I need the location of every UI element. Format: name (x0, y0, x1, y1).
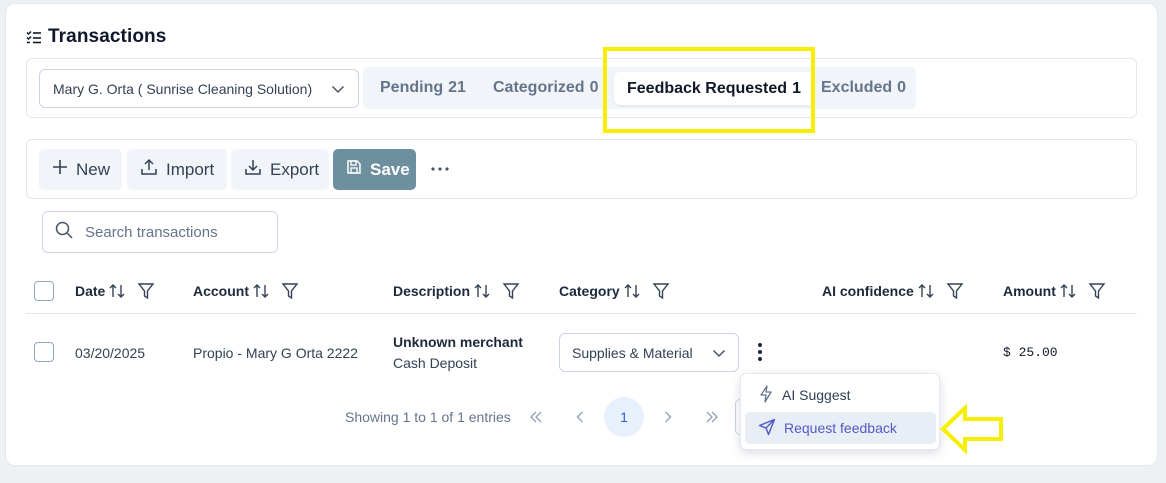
filter-icon[interactable] (652, 282, 670, 300)
column-header-category: Category (559, 278, 670, 304)
search-input[interactable] (85, 223, 265, 241)
tab-label: Excluded (821, 79, 893, 96)
tab-feedback-requested[interactable]: Feedback Requested 1 (614, 72, 814, 105)
import-button-label: Import (166, 159, 215, 179)
select-all-checkbox[interactable] (34, 281, 54, 301)
status-tabs: Pending 21 Categorized 0 Feedback Requeste… (363, 67, 916, 109)
download-icon (244, 158, 262, 181)
plus-icon (52, 159, 68, 180)
row-date: 03/20/2025 (75, 345, 146, 361)
tab-count: 0 (897, 79, 907, 96)
import-button[interactable]: Import (127, 149, 227, 190)
sort-icon[interactable] (917, 282, 935, 300)
tab-excluded[interactable]: Excluded 0 (821, 67, 906, 109)
list-check-icon (26, 30, 42, 44)
client-select[interactable]: Mary G. Orta ( Sunrise Cleaning Solution… (39, 69, 359, 108)
floppy-disk-icon (346, 159, 362, 180)
menu-item-label: Request feedback (784, 420, 897, 436)
column-label: Category (559, 283, 620, 299)
pagination-summary: Showing 1 to 1 of 1 entries (345, 409, 511, 425)
filter-icon[interactable] (502, 282, 520, 300)
filter-icon[interactable] (946, 282, 964, 300)
sort-icon[interactable] (252, 282, 270, 300)
filter-icon[interactable] (137, 282, 155, 300)
pointer-arrow-icon (940, 403, 1004, 459)
tab-label: Pending (380, 79, 444, 96)
column-header-description: Description (393, 278, 520, 304)
row-amount: $ 25.00 (1003, 345, 1058, 360)
category-value: Supplies & Material (572, 344, 693, 361)
tab-count: 0 (589, 79, 599, 96)
row-account: Propio - Mary G Orta 2222 (193, 345, 358, 361)
tab-count: 1 (792, 79, 801, 97)
save-button-label: Save (370, 159, 410, 179)
tab-count: 21 (448, 79, 466, 96)
menu-item-ai-suggest[interactable]: AI Suggest (745, 379, 936, 411)
tab-label: Feedback Requested (627, 79, 788, 97)
column-header-ai-confidence: AI confidence (822, 278, 964, 304)
page-number-button[interactable]: 1 (604, 397, 644, 437)
export-button[interactable]: Export (231, 149, 329, 190)
previous-page-icon[interactable] (560, 397, 600, 437)
sort-icon[interactable] (1059, 282, 1077, 300)
paper-plane-icon (758, 418, 776, 439)
new-button[interactable]: New (39, 149, 122, 190)
row-checkbox[interactable] (34, 342, 54, 362)
first-page-icon[interactable] (516, 397, 556, 437)
filter-icon[interactable] (281, 282, 299, 300)
column-label: Amount (1003, 283, 1056, 299)
column-label: Description (393, 283, 471, 299)
next-page-icon[interactable] (648, 397, 688, 437)
sort-icon[interactable] (623, 282, 641, 300)
column-label: AI confidence (822, 283, 914, 299)
sort-icon[interactable] (108, 282, 126, 300)
search-icon (55, 221, 73, 244)
category-select[interactable]: Supplies & Material (559, 333, 739, 372)
export-button-label: Export (270, 159, 320, 179)
menu-item-request-feedback[interactable]: Request feedback (745, 412, 936, 444)
column-header-amount: Amount (1003, 278, 1106, 304)
lightning-bolt-icon (758, 384, 774, 406)
chevron-down-icon (331, 82, 345, 99)
more-options-icon[interactable] (430, 160, 450, 178)
column-header-account: Account (193, 278, 299, 304)
last-page-icon[interactable] (692, 397, 732, 437)
filter-icon[interactable] (1088, 282, 1106, 300)
save-button[interactable]: Save (333, 149, 416, 190)
client-select-value: Mary G. Orta ( Sunrise Cleaning Solution… (53, 80, 313, 97)
chevron-down-icon (712, 346, 726, 363)
sort-icon[interactable] (473, 282, 491, 300)
row-description: Cash Deposit (393, 355, 478, 371)
upload-icon (140, 158, 158, 181)
row-action-menu: AI Suggest Request feedback (740, 373, 940, 450)
search-box (42, 211, 278, 253)
tab-label: Categorized (493, 79, 585, 96)
header-divider (26, 313, 1137, 314)
page-header: Transactions (26, 26, 166, 48)
page-number-label: 1 (620, 409, 628, 425)
column-label: Account (193, 283, 249, 299)
tab-categorized[interactable]: Categorized 0 (493, 67, 598, 109)
page-title: Transactions (48, 26, 167, 47)
row-actions-icon[interactable] (752, 340, 768, 364)
column-header-date: Date (75, 278, 155, 304)
new-button-label: New (76, 159, 111, 179)
tab-pending[interactable]: Pending 21 (380, 67, 466, 109)
menu-item-label: AI Suggest (782, 387, 851, 403)
column-label: Date (75, 283, 106, 299)
row-merchant: Unknown merchant (393, 334, 523, 350)
